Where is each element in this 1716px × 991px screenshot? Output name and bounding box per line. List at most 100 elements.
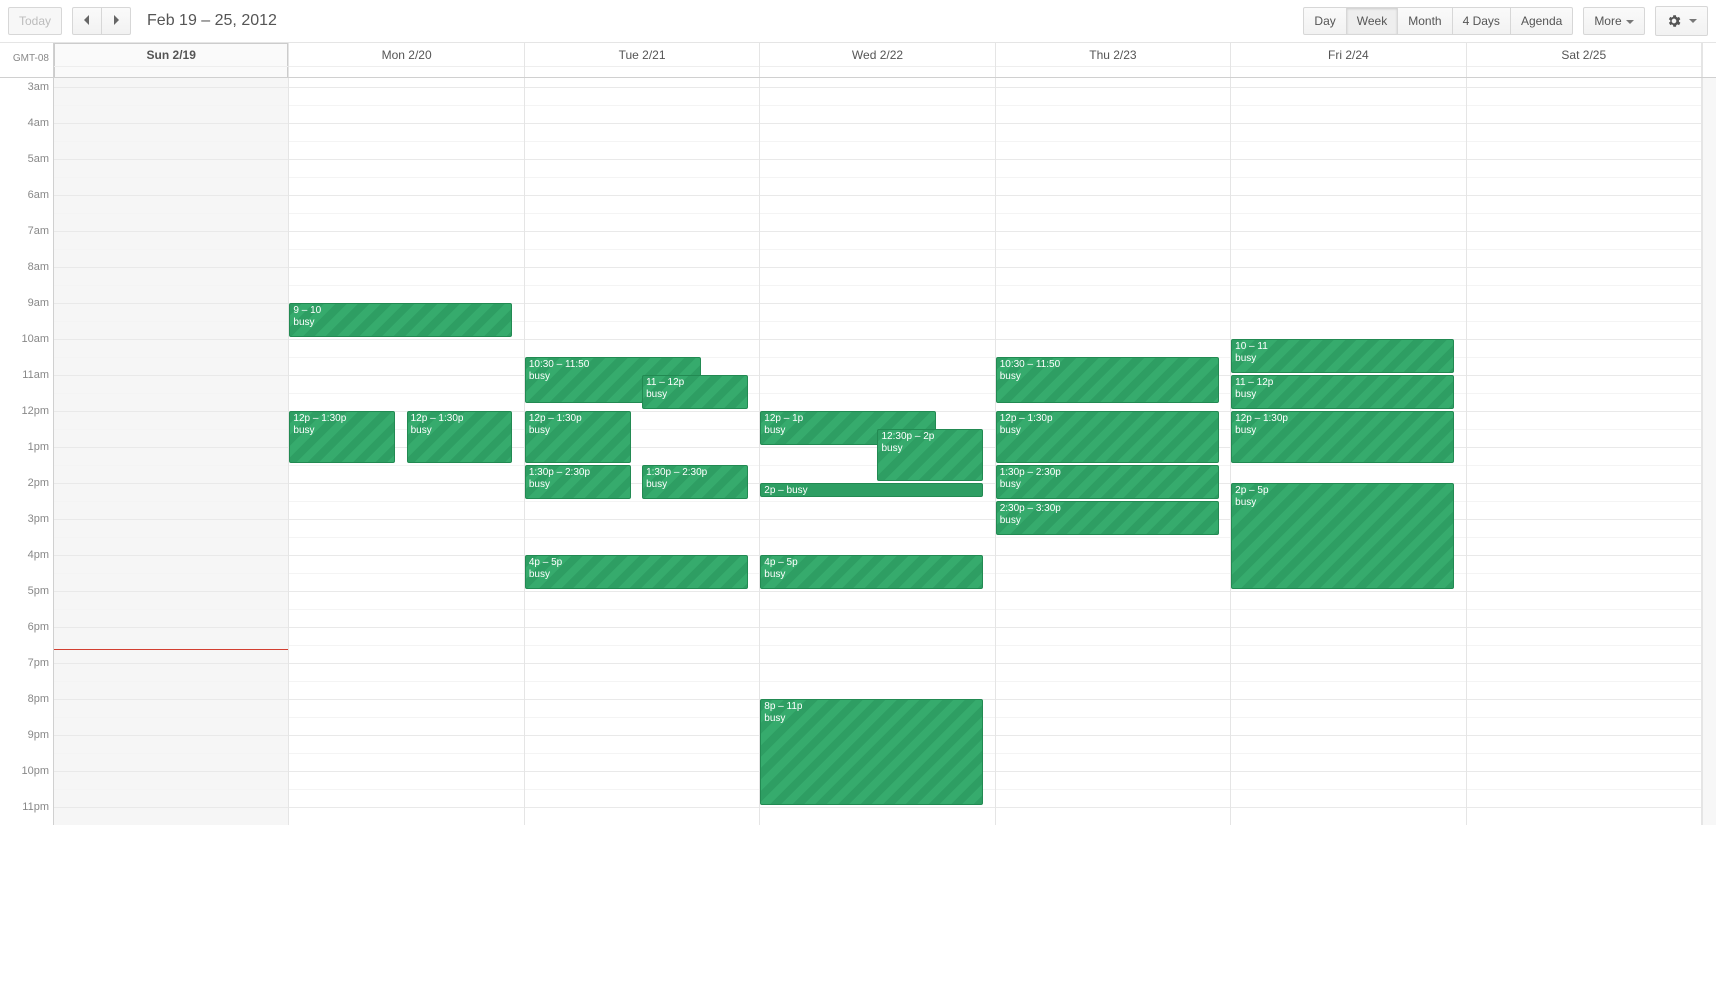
allday-strip[interactable] xyxy=(996,66,1230,72)
calendar: GMT-08 Sun 2/19Mon 2/20Tue 2/21Wed 2/22T… xyxy=(0,43,1716,825)
hour-label: 9am xyxy=(28,297,49,309)
event-block[interactable]: 2p – 5pbusy xyxy=(1231,483,1454,589)
event-block[interactable]: 11 – 12pbusy xyxy=(1231,375,1454,409)
event-block[interactable]: 2:30p – 3:30pbusy xyxy=(996,501,1219,535)
event-block[interactable]: 4p – 5pbusy xyxy=(760,555,983,589)
hour-label: 12pm xyxy=(21,405,49,417)
day-column[interactable] xyxy=(54,78,289,825)
hour-label: 8pm xyxy=(28,693,49,705)
event-block[interactable]: 12:30p – 2pbusy xyxy=(877,429,983,481)
event-title: busy xyxy=(529,479,627,491)
calendar-header-row: GMT-08 Sun 2/19Mon 2/20Tue 2/21Wed 2/22T… xyxy=(0,43,1716,78)
view-day-button[interactable]: Day xyxy=(1303,7,1346,35)
allday-strip[interactable] xyxy=(289,66,523,72)
allday-strip[interactable] xyxy=(1467,66,1701,72)
view-4days-button[interactable]: 4 Days xyxy=(1452,7,1511,35)
event-title: busy xyxy=(293,317,508,329)
day-header-label: Sun 2/19 xyxy=(54,48,288,62)
day-header[interactable]: Tue 2/21 xyxy=(525,43,760,77)
day-column[interactable] xyxy=(1467,78,1702,825)
event-time: 12p – 1:30p xyxy=(529,413,627,425)
event-time: 10:30 – 11:50 xyxy=(529,359,697,371)
event-time: 1:30p – 2:30p xyxy=(646,467,744,479)
day-column[interactable]: 10:30 – 11:50busy11 – 12pbusy12p – 1:30p… xyxy=(525,78,760,825)
event-title: busy xyxy=(1000,425,1215,437)
day-header[interactable]: Mon 2/20 xyxy=(289,43,524,77)
event-title: busy xyxy=(1235,389,1450,401)
event-title: busy xyxy=(529,425,627,437)
day-header[interactable]: Thu 2/23 xyxy=(996,43,1231,77)
hour-label: 7am xyxy=(28,225,49,237)
day-header-label: Thu 2/23 xyxy=(996,48,1230,62)
event-block[interactable]: 10 – 11busy xyxy=(1231,339,1454,373)
day-column[interactable]: 9 – 10busy 12p – 1:30pbusy12p – 1:30pbusy xyxy=(289,78,524,825)
day-column[interactable]: 12p – 1pbusy12:30p – 2pbusy2p – busy4p –… xyxy=(760,78,995,825)
event-title: busy xyxy=(1000,515,1215,527)
day-header[interactable]: Wed 2/22 xyxy=(760,43,995,77)
hour-label: 5am xyxy=(28,153,49,165)
event-time: 12p – 1:30p xyxy=(1000,413,1215,425)
event-title: busy xyxy=(787,485,808,496)
now-line xyxy=(54,649,288,650)
hour-label: 4pm xyxy=(28,549,49,561)
hour-label: 4am xyxy=(28,117,49,129)
more-button[interactable]: More xyxy=(1583,7,1644,35)
settings-button[interactable] xyxy=(1655,6,1708,36)
today-button[interactable]: Today xyxy=(8,7,62,35)
day-header[interactable]: Sat 2/25 xyxy=(1467,43,1702,77)
allday-strip[interactable] xyxy=(525,66,759,72)
allday-strip[interactable] xyxy=(760,66,994,72)
event-block[interactable]: 11 – 12pbusy xyxy=(642,375,748,409)
event-time: 11 – 12p xyxy=(1235,377,1450,389)
event-time: 12p – 1p xyxy=(764,413,932,425)
event-block[interactable]: 1:30p – 2:30pbusy xyxy=(642,465,748,499)
day-header[interactable]: Fri 2/24 xyxy=(1231,43,1466,77)
day-column[interactable]: 10 – 11busy11 – 12pbusy12p – 1:30pbusy2p… xyxy=(1231,78,1466,825)
event-block[interactable]: 1:30p – 2:30pbusy xyxy=(996,465,1219,499)
hour-label: 7pm xyxy=(28,657,49,669)
event-title: busy xyxy=(646,479,744,491)
event-block[interactable]: 12p – 1:30pbusy xyxy=(525,411,631,463)
event-time: 1:30p – 2:30p xyxy=(529,467,627,479)
event-time: 9 – 10 xyxy=(293,305,508,317)
event-block[interactable]: 8p – 11pbusy xyxy=(760,699,983,805)
day-column[interactable]: 10:30 – 11:50busy12p – 1:30pbusy1:30p – … xyxy=(996,78,1231,825)
day-header-label: Sat 2/25 xyxy=(1467,48,1701,62)
event-time: 12p – 1:30p xyxy=(1235,413,1450,425)
day-header-label: Wed 2/22 xyxy=(760,48,994,62)
event-block[interactable]: 12p – 1:30pbusy xyxy=(1231,411,1454,463)
more-label: More xyxy=(1594,14,1621,28)
chevron-left-icon xyxy=(82,14,92,28)
event-block[interactable]: 4p – 5pbusy xyxy=(525,555,748,589)
view-agenda-button[interactable]: Agenda xyxy=(1510,7,1573,35)
next-button[interactable] xyxy=(101,7,131,35)
event-block[interactable]: 9 – 10busy xyxy=(289,303,512,337)
event-time: 2:30p – 3:30p xyxy=(1000,503,1215,515)
hour-label: 3pm xyxy=(28,513,49,525)
allday-strip[interactable] xyxy=(1231,66,1465,72)
event-block[interactable]: 12p – 1:30pbusy xyxy=(407,411,513,463)
view-week-button[interactable]: Week xyxy=(1346,7,1398,35)
event-block[interactable]: 2p – busy xyxy=(760,483,983,497)
scrollbar-track[interactable] xyxy=(1702,78,1716,825)
view-switch-group: Day Week Month 4 Days Agenda xyxy=(1303,7,1573,35)
view-month-button[interactable]: Month xyxy=(1397,7,1452,35)
event-title: busy xyxy=(1000,371,1215,383)
event-title: busy xyxy=(646,389,744,401)
day-header[interactable]: Sun 2/19 xyxy=(54,43,289,77)
event-block[interactable]: 12p – 1:30pbusy xyxy=(289,411,395,463)
event-time: 12:30p – 2p xyxy=(881,431,979,443)
event-title: busy xyxy=(764,569,979,581)
event-block[interactable]: 1:30p – 2:30pbusy xyxy=(525,465,631,499)
event-title: busy xyxy=(764,713,979,725)
event-time: 2p – 5p xyxy=(1235,485,1450,497)
event-block[interactable]: 12p – 1:30pbusy xyxy=(996,411,1219,463)
event-time: 4p – 5p xyxy=(529,557,744,569)
event-time: 8p – 11p xyxy=(764,701,979,713)
prev-button[interactable] xyxy=(72,7,102,35)
allday-strip[interactable] xyxy=(54,66,288,72)
event-block[interactable]: 10:30 – 11:50busy xyxy=(996,357,1219,403)
hour-label: 9pm xyxy=(28,729,49,741)
caret-down-icon xyxy=(1626,20,1634,24)
toolbar-left: Today Feb 19 – 25, 2012 xyxy=(8,7,277,35)
